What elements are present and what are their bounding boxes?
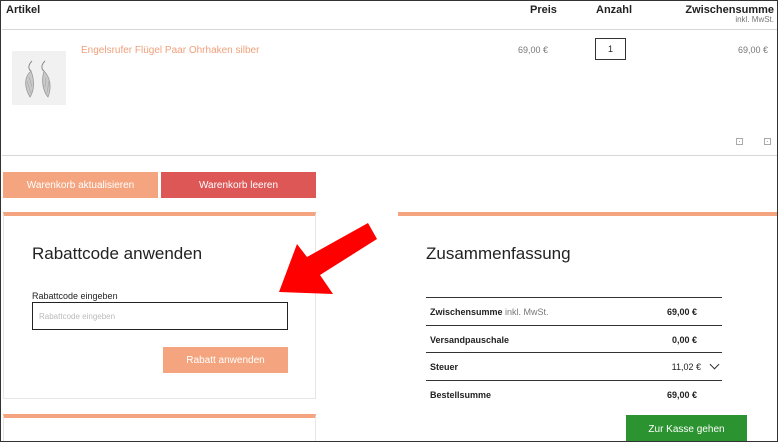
edit-icon[interactable] [736, 138, 743, 145]
summary-tax-value: 11,02 € [671, 361, 701, 372]
column-header-quantity: Anzahl [596, 4, 633, 16]
summary-subtotal-note: inkl. MwSt. [505, 306, 549, 317]
summary-subtotal-value: 69,00 € [666, 306, 697, 317]
secondary-panel [3, 414, 316, 441]
clear-cart-button[interactable]: Warenkorb leeren [161, 172, 316, 198]
column-header-subtotal-note: inkl. MwSt. [735, 15, 774, 24]
update-cart-button[interactable]: Warenkorb aktualisieren [3, 172, 158, 198]
summary-tax-label: Steuer [430, 361, 459, 372]
product-subtotal: 69,00 € [737, 45, 768, 55]
cart-table: Artikel Preis Anzahl Zwischensumme inkl.… [2, 1, 777, 156]
summary-total-label: Bestellsumme [430, 389, 492, 400]
remove-icon[interactable] [764, 138, 771, 145]
column-header-article: Artikel [6, 4, 41, 16]
coupon-code-input[interactable]: Rabattcode eingeben [32, 302, 288, 330]
column-header-price: Preis [530, 4, 557, 16]
summary-row-tax[interactable]: Steuer 11,02 € [426, 352, 722, 380]
product-name-link[interactable]: Engelsrufer Flügel Paar Ohrhaken silber [81, 45, 259, 56]
apply-coupon-button[interactable]: Rabatt anwenden [163, 347, 288, 373]
summary-total-value: 69,00 € [666, 389, 697, 400]
summary-row-shipping: Versandpauschale 0,00 € [426, 325, 722, 353]
product-image[interactable] [12, 51, 66, 105]
product-price: 69,00 € [518, 45, 549, 55]
summary-shipping-label: Versandpauschale [430, 334, 510, 345]
coupon-field-label: Rabattcode eingeben [32, 291, 118, 301]
chevron-down-icon[interactable] [709, 359, 720, 370]
coupon-panel: Rabattcode anwenden Rabattcode eingeben … [3, 212, 316, 399]
checkout-button[interactable]: Zur Kasse gehen [626, 415, 747, 441]
summary-subtotal-label: Zwischensumme [430, 306, 503, 317]
summary-row-subtotal: Zwischensumme inkl. MwSt. 69,00 € [426, 297, 722, 325]
header-divider [2, 29, 777, 30]
earring-wings-image [12, 51, 66, 105]
summary-shipping-value: 0,00 € [671, 334, 697, 345]
cart-page: Artikel Preis Anzahl Zwischensumme inkl.… [0, 0, 778, 442]
summary-row-total: Bestellsumme 69,00 € [426, 380, 722, 408]
summary-panel: Zusammenfassung Zwischensumme inkl. MwSt… [398, 212, 777, 441]
coupon-title: Rabattcode anwenden [32, 244, 203, 263]
quantity-input[interactable]: 1 [595, 38, 626, 60]
summary-title: Zusammenfassung [426, 244, 571, 263]
